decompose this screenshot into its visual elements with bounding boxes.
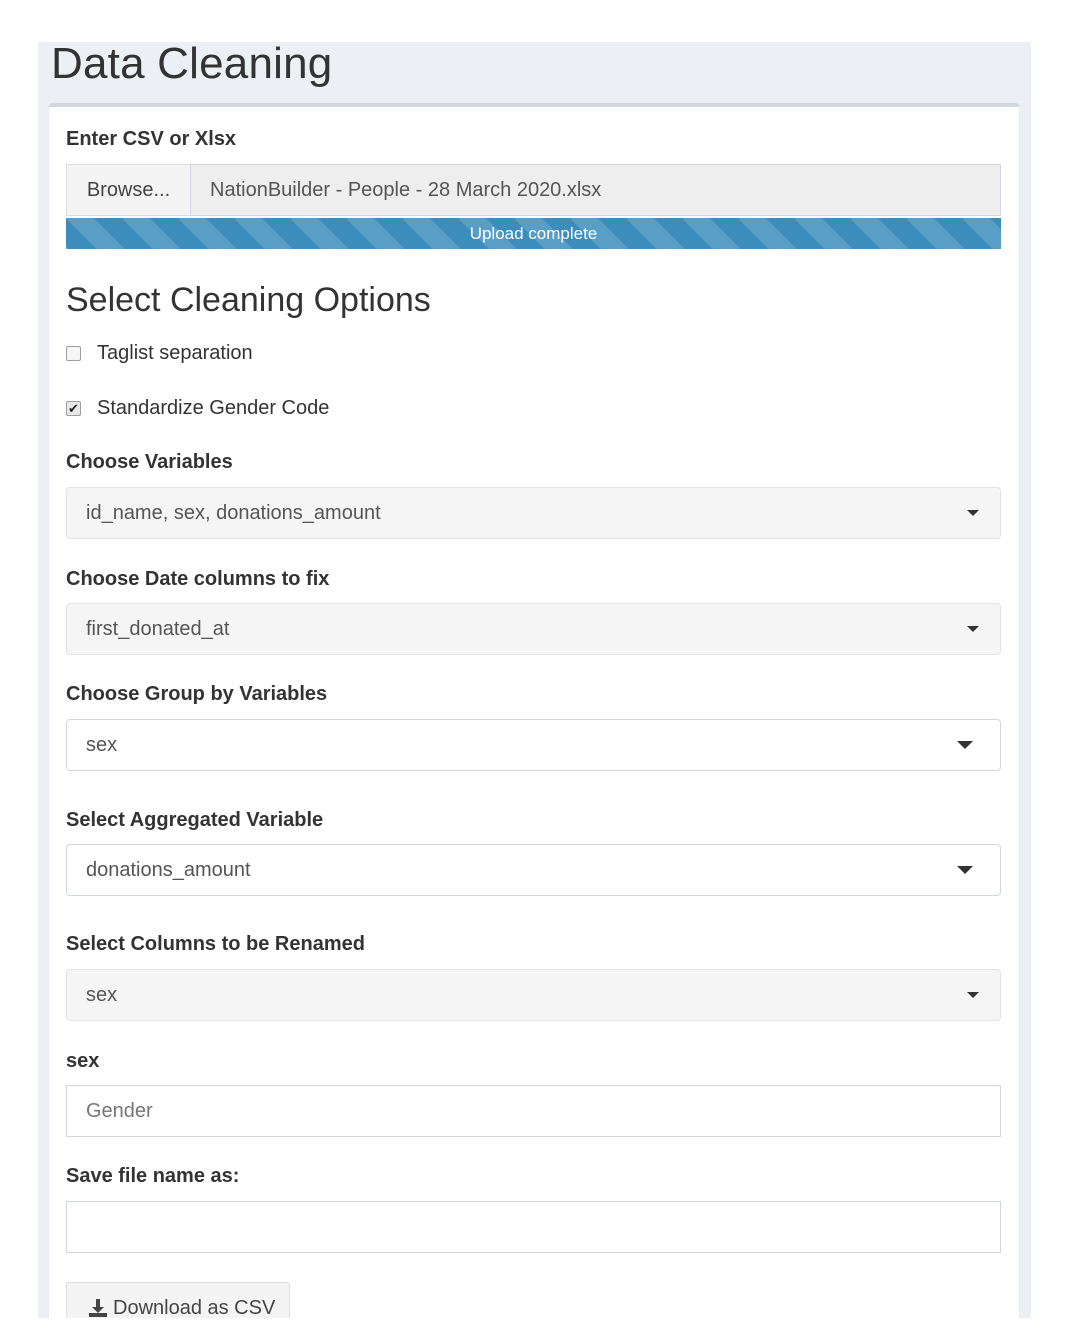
- variables-label: Choose Variables: [66, 451, 233, 473]
- date-columns-value: first_donated_at: [86, 617, 230, 640]
- date-columns-label: Choose Date columns to fix: [66, 568, 330, 590]
- group-by-select[interactable]: sex: [66, 719, 1001, 771]
- gender-checkbox[interactable]: ✔: [66, 400, 81, 416]
- aggregate-select[interactable]: donations_amount: [66, 844, 1001, 896]
- gender-checkbox-row[interactable]: ✔ Standardize Gender Code: [66, 393, 329, 423]
- variables-select[interactable]: id_name, sex, donations_amount: [66, 487, 1001, 539]
- chevron-down-icon: [967, 992, 979, 998]
- upload-progress-text: Upload complete: [469, 224, 598, 243]
- file-input-group: Browse... NationBuilder - People - 28 Ma…: [66, 164, 1001, 216]
- page-title: Data Cleaning: [51, 42, 333, 88]
- download-label: Download as CSV: [113, 1296, 276, 1319]
- rename-field-label: sex: [66, 1050, 100, 1072]
- chevron-down-icon: [957, 866, 973, 874]
- chevron-down-icon: [957, 741, 973, 749]
- date-columns-select[interactable]: first_donated_at: [66, 603, 1001, 655]
- rename-label: Select Columns to be Renamed: [66, 933, 365, 955]
- upload-progress-bar: Upload complete: [66, 218, 1001, 249]
- rename-select[interactable]: sex: [66, 969, 1001, 1021]
- chevron-down-icon: [967, 626, 979, 632]
- group-by-label: Choose Group by Variables: [66, 683, 328, 705]
- gender-label: Standardize Gender Code: [97, 396, 330, 419]
- taglist-label: Taglist separation: [97, 341, 253, 364]
- download-button[interactable]: Download as CSV: [66, 1282, 290, 1318]
- save-name-input[interactable]: [66, 1201, 1001, 1253]
- file-name-field[interactable]: NationBuilder - People - 28 March 2020.x…: [190, 164, 1001, 216]
- cleaning-panel: Enter CSV or Xlsx Browse... NationBuilde…: [49, 103, 1019, 1318]
- section-title: Select Cleaning Options: [66, 281, 431, 319]
- browse-button[interactable]: Browse...: [66, 164, 190, 216]
- rename-field-input[interactable]: [66, 1085, 1001, 1137]
- chevron-down-icon: [967, 510, 979, 516]
- taglist-checkbox[interactable]: [66, 345, 81, 361]
- download-icon: [89, 1299, 107, 1317]
- taglist-checkbox-row[interactable]: Taglist separation: [66, 338, 253, 368]
- upload-label: Enter CSV or Xlsx: [66, 128, 237, 150]
- aggregate-label: Select Aggregated Variable: [66, 809, 324, 831]
- rename-value: sex: [86, 983, 118, 1006]
- app-content: Data Cleaning Enter CSV or Xlsx Browse..…: [38, 42, 1031, 1318]
- aggregate-value: donations_amount: [86, 858, 251, 881]
- variables-value: id_name, sex, donations_amount: [86, 501, 381, 524]
- save-name-label: Save file name as:: [66, 1165, 240, 1187]
- group-by-value: sex: [86, 733, 118, 756]
